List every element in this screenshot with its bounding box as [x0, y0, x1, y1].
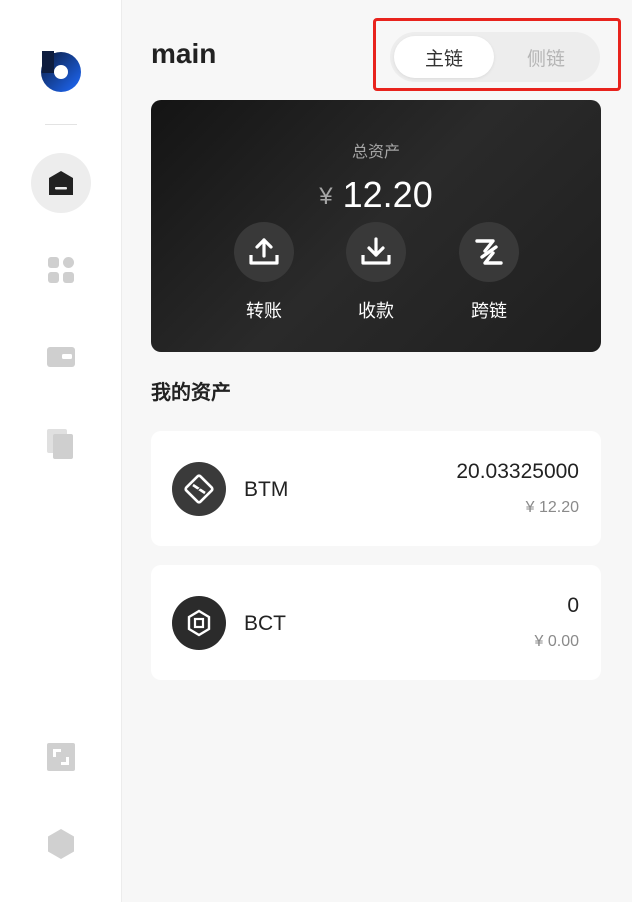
asset-amount: 0 — [567, 594, 579, 617]
asset-symbol: BTM — [244, 478, 289, 501]
sidebar-item-apps[interactable] — [31, 240, 91, 300]
wallet-icon — [47, 347, 75, 367]
asset-fiat-value: ¥ 0.00 — [534, 633, 579, 650]
total-assets-amount: ¥12.20 — [151, 174, 601, 216]
receive-label: 收款 — [358, 301, 394, 321]
asset-fiat-value: ¥ 12.20 — [525, 499, 579, 516]
sidebar — [0, 0, 122, 902]
cross-chain-icon — [459, 222, 519, 282]
copy-icon — [47, 429, 73, 459]
total-assets-label: 总资产 — [351, 144, 400, 161]
transfer-label: 转账 — [246, 301, 282, 321]
asset-amount: 20.03325000 — [456, 460, 579, 483]
side-chain-tab[interactable]: 侧链 — [496, 36, 596, 78]
sidebar-item-copy[interactable] — [31, 414, 91, 474]
sidebar-item-wallet[interactable] — [31, 327, 91, 387]
expand-icon — [47, 743, 75, 771]
receive-button[interactable]: 收款 — [346, 222, 406, 323]
page-title: main — [151, 38, 217, 69]
cross-chain-label: 跨链 — [471, 301, 507, 321]
main-chain-tab[interactable]: 主链 — [394, 36, 494, 78]
sidebar-item-expand[interactable] — [31, 727, 91, 787]
asset-row-btm[interactable]: BTM 20.03325000 ¥ 12.20 — [151, 431, 601, 546]
sidebar-divider — [45, 124, 77, 125]
balance-value: 12.20 — [342, 174, 433, 215]
hexagon-icon — [48, 829, 74, 859]
asset-symbol: BCT — [244, 612, 286, 635]
transfer-button[interactable]: 转账 — [234, 222, 294, 323]
balance-card: 总资产 ¥12.20 转账 收款 跨链 — [151, 100, 601, 352]
bct-token-icon — [172, 596, 226, 650]
asset-row-bct[interactable]: BCT 0 ¥ 0.00 — [151, 565, 601, 680]
download-icon — [346, 222, 406, 282]
my-assets-title: 我的资产 — [151, 382, 231, 404]
btm-token-icon — [172, 462, 226, 516]
upload-icon — [234, 222, 294, 282]
cross-chain-button[interactable]: 跨链 — [459, 222, 519, 323]
currency-symbol: ¥ — [319, 183, 333, 210]
home-icon — [49, 171, 73, 195]
apps-icon — [48, 257, 74, 283]
chain-toggle: 主链 侧链 — [390, 32, 600, 82]
sidebar-item-hexagon[interactable] — [31, 814, 91, 874]
bytom-logo-icon — [40, 51, 82, 93]
sidebar-item-home[interactable] — [31, 153, 91, 213]
